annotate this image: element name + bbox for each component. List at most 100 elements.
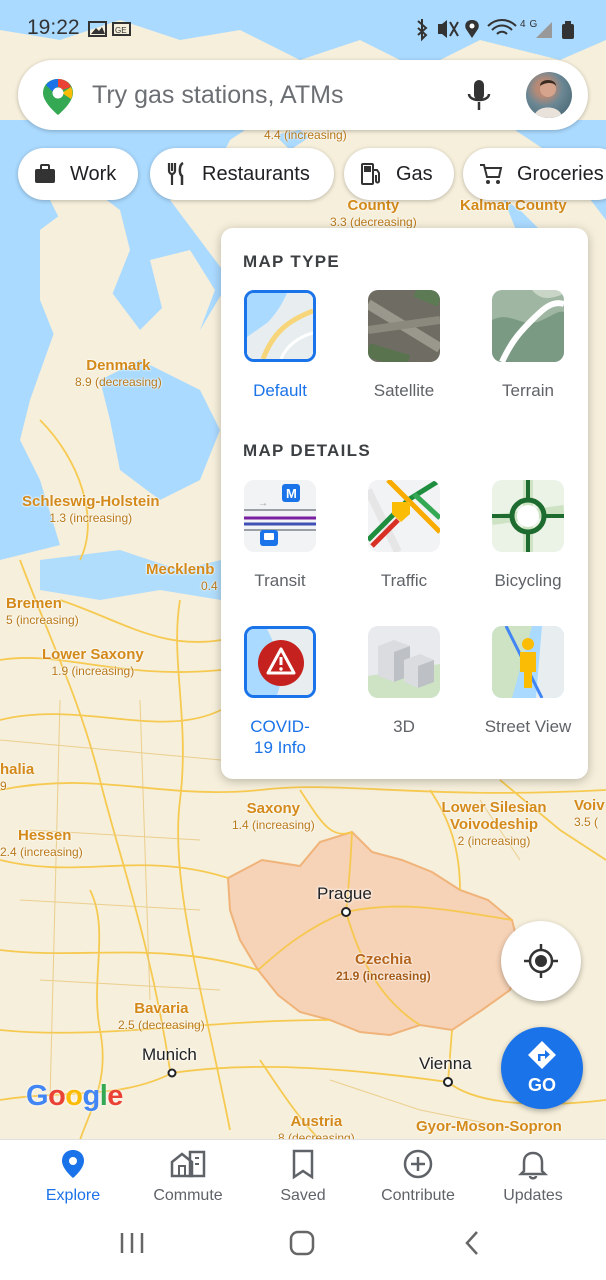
region-label-gyor: Gyor-Moson-Sopron — [416, 1118, 562, 1135]
detail-bicycling[interactable]: Bicycling — [468, 480, 588, 591]
chip-work[interactable]: Work — [18, 148, 138, 200]
mute-icon — [438, 20, 447, 38]
map-type-heading: MAP TYPE — [243, 252, 340, 271]
region-label-bremen: Bremen 5 (increasing) — [6, 595, 79, 627]
region-label-saxony: Saxony 1.4 (increasing) — [232, 800, 315, 832]
detail-transit[interactable]: M → Transit — [220, 480, 340, 591]
chip-groceries[interactable]: Groceries — [463, 148, 606, 200]
status-icons: 4G — [417, 19, 574, 42]
map-details-heading: MAP DETAILS — [243, 441, 371, 460]
region-label-denmark: Denmark 8.9 (decreasing) — [75, 357, 162, 389]
traffic-thumbnail — [368, 480, 440, 552]
transit-thumbnail: M → — [244, 480, 316, 552]
explore-pin-icon — [62, 1150, 84, 1178]
avatar[interactable] — [526, 72, 572, 118]
nav-commute[interactable]: Commute — [133, 1148, 243, 1205]
category-chips: Work Restaurants Gas Groceries — [0, 148, 606, 202]
nav-contribute[interactable]: Contribute — [363, 1148, 473, 1205]
map-layers-panel: MAP TYPE Default Satellite Terrain MAP D… — [221, 228, 588, 779]
map-type-label: Default — [253, 381, 307, 400]
detail-label: COVID-19 Info — [250, 717, 310, 757]
detail-covid[interactable]: COVID-19 Info — [220, 626, 340, 758]
detail-traffic[interactable]: Traffic — [344, 480, 464, 591]
region-label-lower-saxony: Lower Saxony 1.9 (increasing) — [42, 646, 144, 678]
3d-thumbnail — [368, 626, 440, 698]
region-label-county: County 3.3 (decreasing) — [330, 197, 417, 229]
bluetooth-icon — [417, 19, 428, 42]
bottom-navigation: Explore Commute Saved Contribute Updates — [0, 1139, 606, 1215]
maps-pin-logo-icon — [43, 79, 73, 115]
region-label-voivodeship-edge: Voiv 3.5 ( — [574, 797, 605, 829]
city-label-munich[interactable]: Munich — [142, 1045, 197, 1065]
back-icon[interactable] — [465, 1231, 478, 1255]
region-label-hessen: Hessen 2.4 (increasing) — [0, 827, 83, 859]
detail-label: 3D — [393, 717, 415, 736]
bell-icon — [517, 1151, 549, 1180]
svg-text:→: → — [258, 498, 268, 509]
chip-gas[interactable]: Gas — [344, 148, 454, 200]
city-label-vienna[interactable]: Vienna — [419, 1054, 472, 1074]
gallery-icon: GE — [88, 21, 131, 37]
nav-saved[interactable]: Saved — [248, 1148, 358, 1205]
google-logo: Google — [26, 1080, 123, 1112]
fork-knife-icon — [167, 162, 184, 185]
my-location-button[interactable] — [501, 921, 581, 1001]
svg-text:M: M — [286, 486, 297, 501]
crosshair-icon — [524, 944, 558, 978]
nav-explore[interactable]: Explore — [18, 1148, 128, 1205]
detail-label: Bicycling — [494, 571, 562, 590]
status-time: 19:22 — [27, 16, 80, 39]
system-navigation-bar — [0, 1215, 606, 1280]
recent-apps-icon[interactable] — [120, 1233, 144, 1253]
detail-label: Street View — [484, 717, 572, 736]
default-map-thumbnail — [244, 290, 316, 362]
briefcase-icon — [35, 164, 55, 183]
location-icon — [465, 20, 479, 38]
map-type-label: Satellite — [373, 381, 435, 400]
notification-icons: GE — [88, 20, 132, 41]
avatar-photo — [534, 80, 562, 118]
chip-restaurants[interactable]: Restaurants — [150, 148, 334, 200]
street-view-thumbnail — [492, 626, 564, 698]
search-input[interactable] — [92, 74, 452, 116]
system-icons: 4G — [412, 16, 582, 47]
detail-label: Traffic — [380, 571, 428, 590]
commute-icon — [170, 1150, 206, 1178]
bookmark-icon — [292, 1149, 314, 1180]
satellite-thumbnail — [368, 290, 440, 362]
city-label-prague[interactable]: Prague — [317, 884, 372, 904]
directions-icon — [528, 1041, 556, 1069]
map-type-terrain[interactable]: Terrain — [468, 290, 588, 401]
svg-text:4G: 4G — [520, 19, 541, 30]
covid-thumbnail — [244, 626, 316, 698]
mic-icon[interactable] — [464, 78, 494, 114]
terrain-thumbnail — [492, 290, 564, 362]
add-circle-icon — [403, 1149, 433, 1179]
region-label-schleswig-holstein: Schleswig-Holstein 1.3 (increasing) — [22, 493, 160, 525]
detail-3d[interactable]: 3D — [344, 626, 464, 737]
detail-label: Transit — [254, 571, 306, 590]
region-label-austria: Austria 8 (decreasing) — [278, 1113, 355, 1140]
home-icon[interactable] — [289, 1230, 315, 1256]
nav-updates[interactable]: Updates — [478, 1148, 588, 1205]
status-bar: 19:22 GE 4G — [0, 0, 606, 56]
go-label: GO — [527, 1075, 556, 1095]
battery-icon — [562, 24, 574, 39]
detail-street-view[interactable]: Street View — [468, 626, 588, 737]
region-label-bavaria: Bavaria 2.5 (decreasing) — [118, 1000, 205, 1032]
svg-text:GE: GE — [115, 26, 127, 35]
wifi-icon — [487, 19, 517, 35]
search-bar[interactable] — [18, 60, 588, 130]
region-label-czechia: Czechia 21.9 (increasing) — [336, 951, 431, 983]
map-type-label: Terrain — [502, 381, 554, 400]
map-type-satellite[interactable]: Satellite — [344, 290, 464, 401]
map-type-default[interactable]: Default — [220, 290, 340, 401]
region-label-westphalia: halia 9 — [0, 761, 35, 793]
bicycling-thumbnail — [492, 480, 564, 552]
go-button[interactable]: GO — [501, 1027, 583, 1109]
cart-icon — [480, 164, 503, 184]
region-label-mecklenburg: Mecklenb 0.4 — [146, 561, 218, 593]
system-nav-icons — [120, 1230, 478, 1256]
region-label-lower-silesian: Lower Silesian Voivodeship 2 (increasing) — [441, 799, 547, 848]
gas-pump-icon — [361, 163, 380, 185]
